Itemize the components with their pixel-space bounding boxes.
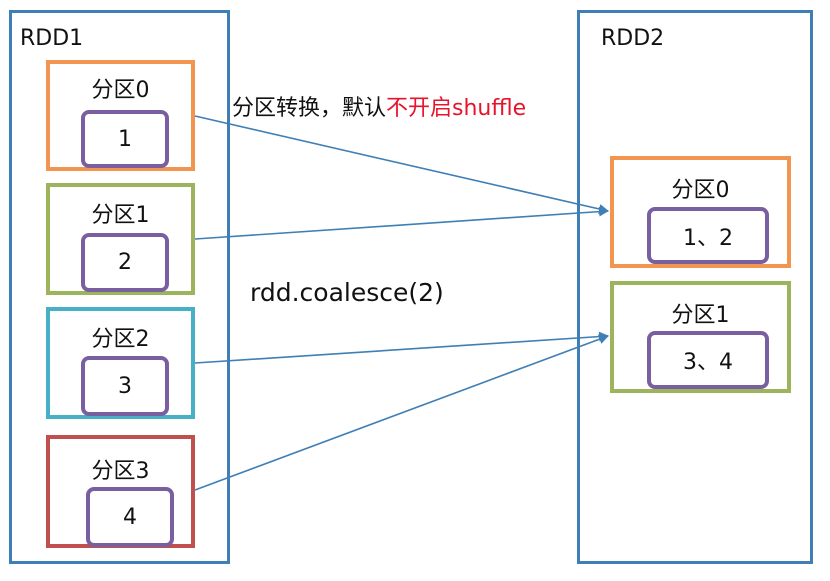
arrows-layer	[194, 115, 609, 491]
arrow-p0-to-r0	[194, 115, 609, 214]
arrow-p1-to-r0	[194, 206, 609, 240]
